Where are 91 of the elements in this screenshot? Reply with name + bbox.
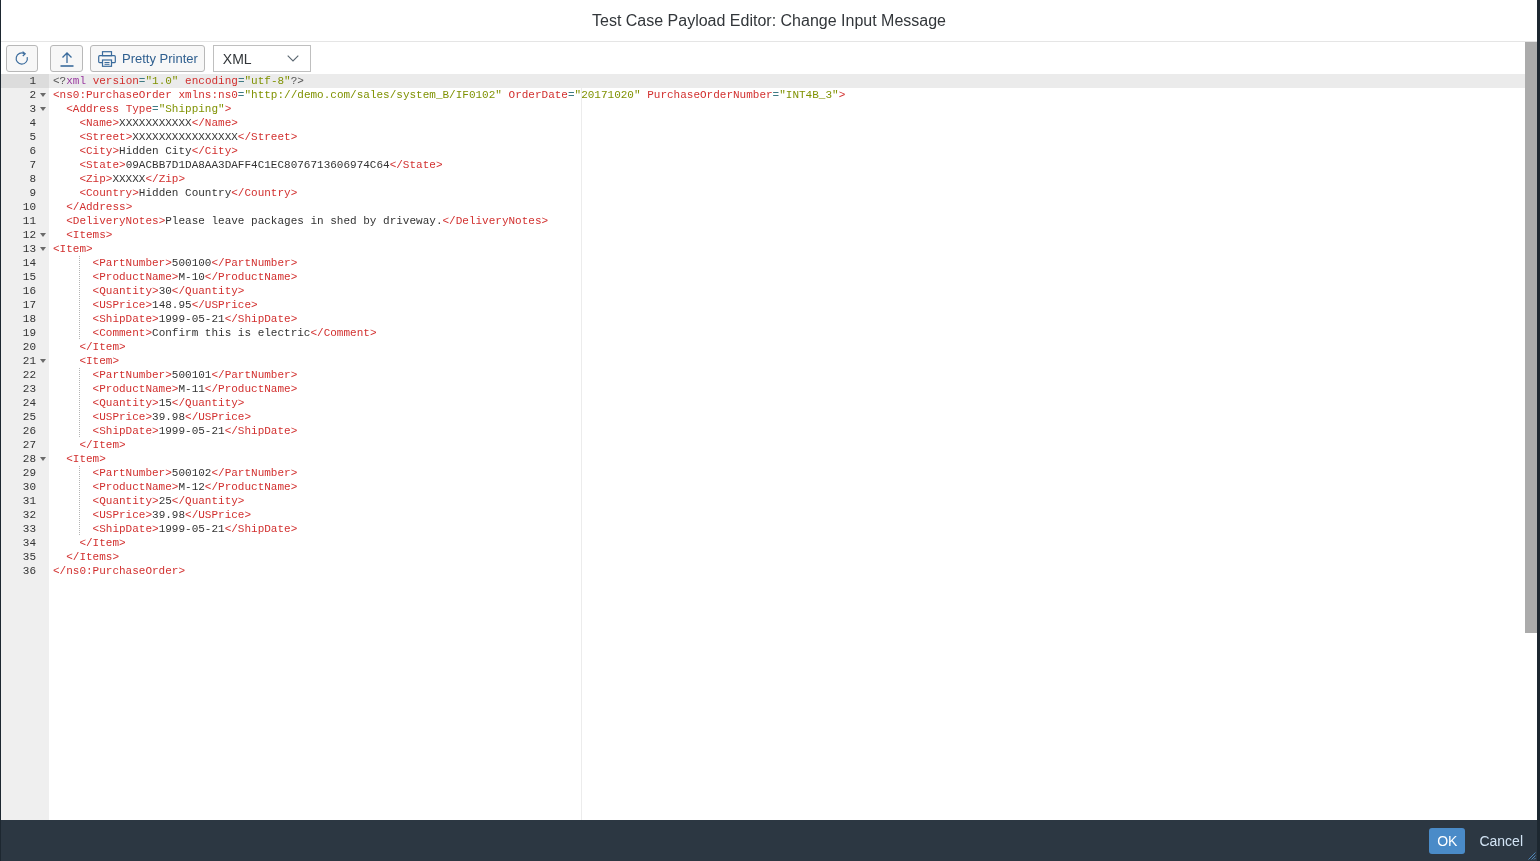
line-number: 36 xyxy=(21,564,36,578)
line-number: 9 xyxy=(28,186,36,200)
code-line: <DeliveryNotes>Please leave packages in shed by driveway.</DeliveryNotes> xyxy=(66,215,549,227)
resize-grip-icon[interactable] xyxy=(1528,852,1536,860)
code-line: <ShipDate>1999-05-21</ShipDate> xyxy=(92,313,298,325)
line-number: 30 xyxy=(21,480,36,494)
code-line: <City>Hidden City</City> xyxy=(79,145,238,157)
code-line: <Zip>XXXXX</Zip> xyxy=(79,173,186,185)
refresh-icon xyxy=(14,50,30,67)
caret-down-icon[interactable] xyxy=(40,247,46,251)
caret-down-icon[interactable] xyxy=(40,107,46,111)
code-line: <ProductName>M-11</ProductName> xyxy=(92,383,298,395)
code-line: <PartNumber>500100</PartNumber> xyxy=(92,257,298,269)
line-number: 23 xyxy=(21,382,36,396)
code-line: <ShipDate>1999-05-21</ShipDate> xyxy=(92,425,298,437)
code-line: <ShipDate>1999-05-21</ShipDate> xyxy=(92,523,298,535)
upload-button[interactable] xyxy=(50,45,83,72)
line-number: 19 xyxy=(21,326,36,340)
caret-down-icon[interactable] xyxy=(40,457,46,461)
window-title: Test Case Payload Editor: Change Input Message xyxy=(592,11,946,30)
line-number: 31 xyxy=(21,494,36,508)
line-number: 22 xyxy=(21,368,36,382)
code-line: <USPrice>39.98</USPrice> xyxy=(92,411,252,423)
code-line: <USPrice>39.98</USPrice> xyxy=(92,509,252,521)
ok-button[interactable]: OK xyxy=(1429,827,1466,854)
refresh-button[interactable] xyxy=(6,45,38,72)
line-number: 6 xyxy=(28,144,36,158)
line-number: 27 xyxy=(21,438,36,452)
code-line: <Item> xyxy=(66,453,106,465)
line-number: 26 xyxy=(21,424,36,438)
format-select[interactable]: XML xyxy=(212,45,311,72)
code-line: <Quantity>15</Quantity> xyxy=(92,397,245,409)
line-number: 3 xyxy=(28,102,36,116)
line-number: 33 xyxy=(21,522,36,536)
line-number: 18 xyxy=(21,312,36,326)
chevron-down-icon xyxy=(286,55,299,62)
line-number: 35 xyxy=(21,550,36,564)
caret-down-icon[interactable] xyxy=(40,93,46,97)
code-line: <Quantity>30</Quantity> xyxy=(92,285,245,297)
cancel-button[interactable]: Cancel xyxy=(1471,827,1531,854)
line-number: 17 xyxy=(21,298,36,312)
line-number: 29 xyxy=(21,466,36,480)
line-number: 12 xyxy=(21,228,36,242)
scrollbar-thumb[interactable] xyxy=(1525,42,1537,634)
code-line: </Item> xyxy=(79,341,126,353)
code-line: <State>09ACBB7D1DA8AA3DAFF4C1EC8076713606974C64</State> xyxy=(79,159,443,171)
line-number: 21 xyxy=(21,354,36,368)
line-number: 20 xyxy=(21,340,36,354)
caret-down-icon[interactable] xyxy=(40,359,46,363)
caret-down-icon[interactable] xyxy=(40,233,46,237)
line-number: 10 xyxy=(21,200,36,214)
code-line: <ProductName>M-10</ProductName> xyxy=(92,271,298,283)
line-number: 28 xyxy=(21,452,36,466)
code-line: <USPrice>148.95</USPrice> xyxy=(92,299,258,311)
code-line: </Items> xyxy=(66,551,120,563)
code-line: <ProductName>M-12</ProductName> xyxy=(92,481,298,493)
printer-icon xyxy=(98,50,116,67)
line-number: 7 xyxy=(28,158,36,172)
code-line: </Item> xyxy=(79,439,126,451)
code-line: <ns0:PurchaseOrder xmlns:ns0="http://demo.com/sales/system_B/IF0102" OrderDate="20171020" PurchaseOrderNumber="INT4B_3"> xyxy=(53,89,846,101)
code-line: </Address> xyxy=(66,201,133,213)
line-number: 14 xyxy=(21,256,36,270)
line-number: 8 xyxy=(28,172,36,186)
pretty-printer-button[interactable]: Pretty Printer xyxy=(90,45,205,72)
line-number: 13 xyxy=(21,242,36,256)
code-line: </ns0:PurchaseOrder> xyxy=(53,565,186,577)
line-number: 4 xyxy=(28,116,36,130)
line-number: 24 xyxy=(21,396,36,410)
code-line: <PartNumber>500102</PartNumber> xyxy=(92,467,298,479)
code-line: <Items> xyxy=(66,229,113,241)
code-line: <Address Type="Shipping"> xyxy=(66,103,232,115)
code-line: <Item> xyxy=(53,243,93,255)
line-number: 34 xyxy=(21,536,36,550)
code-line: </Item> xyxy=(79,537,126,549)
line-number: 25 xyxy=(21,410,36,424)
line-number: 11 xyxy=(21,214,36,228)
code-line: <Comment>Confirm this is electric</Comment> xyxy=(92,327,377,339)
line-number: 16 xyxy=(21,284,36,298)
code-line: <Street>XXXXXXXXXXXXXXXX</Street> xyxy=(79,131,298,143)
upload-icon xyxy=(58,50,75,67)
code-line: <Quantity>25</Quantity> xyxy=(92,495,245,507)
line-number: 15 xyxy=(21,270,36,284)
code-line: <Item> xyxy=(79,355,120,367)
code-line: <Name>XXXXXXXXXXX</Name> xyxy=(79,117,238,129)
code-line: <?xml version="1.0" encoding="utf-8"?> xyxy=(53,75,304,87)
line-number: 1 xyxy=(28,74,36,88)
line-number: 5 xyxy=(28,130,36,144)
code-line: <Country>Hidden Country</Country> xyxy=(79,187,298,199)
code-line: <PartNumber>500101</PartNumber> xyxy=(92,369,298,381)
line-number: 32 xyxy=(21,508,36,522)
line-number: 2 xyxy=(28,88,36,102)
